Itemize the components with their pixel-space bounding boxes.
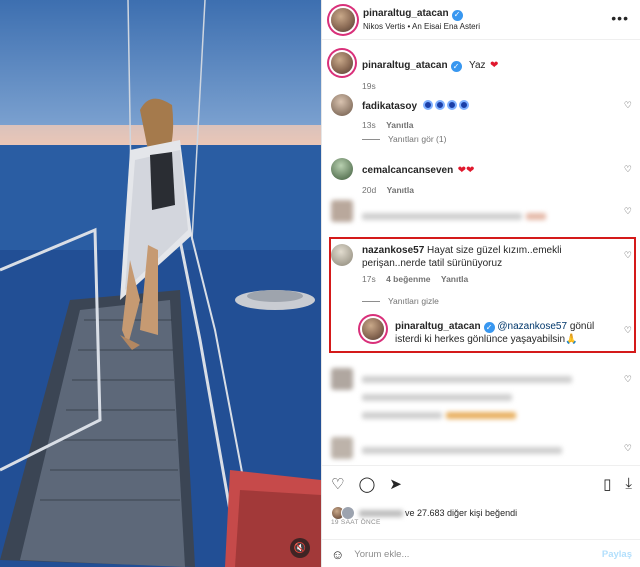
likes-count-text: ve 27.683 diğer kişi beğendi bbox=[405, 508, 518, 518]
heart-emoji: ❤❤ bbox=[457, 165, 475, 176]
comment-time: 13s bbox=[362, 120, 376, 130]
evil-eye-icon bbox=[447, 100, 458, 110]
comment-icon[interactable]: ◯ bbox=[358, 475, 375, 493]
save-icon[interactable]: ▯ bbox=[603, 475, 611, 493]
avatar[interactable] bbox=[331, 158, 353, 180]
post-username[interactable]: pinaraltug_atacan bbox=[363, 8, 449, 19]
download-icon[interactable]: ⤓ bbox=[625, 475, 632, 493]
avatar[interactable] bbox=[331, 7, 355, 32]
blurred-comment bbox=[331, 368, 617, 424]
mute-icon[interactable]: 🔇 bbox=[290, 538, 310, 558]
avatar bbox=[331, 437, 353, 459]
like-comment-icon[interactable]: ♡ bbox=[624, 206, 632, 217]
avatar bbox=[341, 506, 355, 520]
share-icon[interactable]: ➤ bbox=[389, 475, 402, 493]
verified-icon: ✓ bbox=[450, 61, 462, 72]
avatar[interactable] bbox=[331, 52, 353, 74]
audio-label[interactable]: Nikos Vertis • An Eisai Ena Asteri bbox=[363, 21, 480, 33]
caption: pinaraltug_atacan ✓ Yaz ❤ 19s bbox=[331, 52, 617, 91]
evil-eye-icon bbox=[459, 100, 470, 110]
reply-button[interactable]: Yanıtla bbox=[387, 185, 414, 195]
blurred-comment bbox=[331, 437, 617, 459]
like-comment-icon[interactable]: ♡ bbox=[624, 443, 632, 454]
avatar[interactable] bbox=[331, 94, 353, 116]
heart-emoji: ❤ bbox=[490, 60, 499, 71]
post-comment-button[interactable]: Paylaş bbox=[602, 549, 632, 560]
likes-summary[interactable]: ve 27.683 diğer kişi beğendi bbox=[331, 506, 517, 520]
comment-item: fadikatasoy 13s Yanıtla bbox=[331, 94, 617, 130]
evil-eye-icon bbox=[435, 100, 446, 110]
photo-scene bbox=[0, 0, 321, 567]
comment-bar: ☺ Yorum ekle... Paylaş bbox=[322, 539, 640, 567]
like-icon[interactable]: ♡ bbox=[331, 475, 344, 493]
like-comment-icon[interactable]: ♡ bbox=[624, 374, 632, 385]
reply-button[interactable]: Yanıtla bbox=[386, 120, 413, 130]
emoji-icon[interactable]: ☺ bbox=[331, 547, 344, 562]
post-date: 19 SAAT ÖNCE bbox=[331, 519, 381, 526]
caption-text: Yaz bbox=[469, 60, 486, 71]
blurred-comment bbox=[331, 200, 617, 225]
like-comment-icon[interactable]: ♡ bbox=[624, 100, 632, 111]
post-photo[interactable]: 🔇 bbox=[0, 0, 321, 567]
comment-input[interactable]: Yorum ekle... bbox=[354, 549, 409, 560]
comment-username[interactable]: fadikatasoy bbox=[362, 101, 417, 112]
view-replies-button[interactable]: Yanıtları gör (1) bbox=[362, 134, 446, 144]
like-comment-icon[interactable]: ♡ bbox=[624, 164, 632, 175]
post-header: pinaraltug_atacan ✓ Nikos Vertis • An Eis… bbox=[322, 0, 640, 40]
avatar bbox=[331, 368, 353, 390]
comment-item: cemalcancanseven ❤❤ 20d Yanıtla bbox=[331, 158, 617, 195]
evil-eye-icon bbox=[423, 100, 434, 110]
avatar bbox=[331, 200, 353, 222]
highlight-box bbox=[329, 237, 636, 353]
caption-username[interactable]: pinaraltug_atacan bbox=[362, 60, 448, 71]
view-replies-label: Yanıtları gör (1) bbox=[388, 134, 447, 144]
post-actions: ♡ ◯ ➤ ▯ ⤓ ve 27.683 diğer kişi beğendi 1… bbox=[322, 465, 640, 567]
more-options-icon[interactable]: ••• bbox=[611, 10, 629, 26]
caption-time: 19s bbox=[362, 81, 376, 91]
comment-time: 20d bbox=[362, 185, 377, 195]
comment-username[interactable]: cemalcancanseven bbox=[362, 165, 453, 176]
verified-icon: ✓ bbox=[451, 9, 463, 21]
